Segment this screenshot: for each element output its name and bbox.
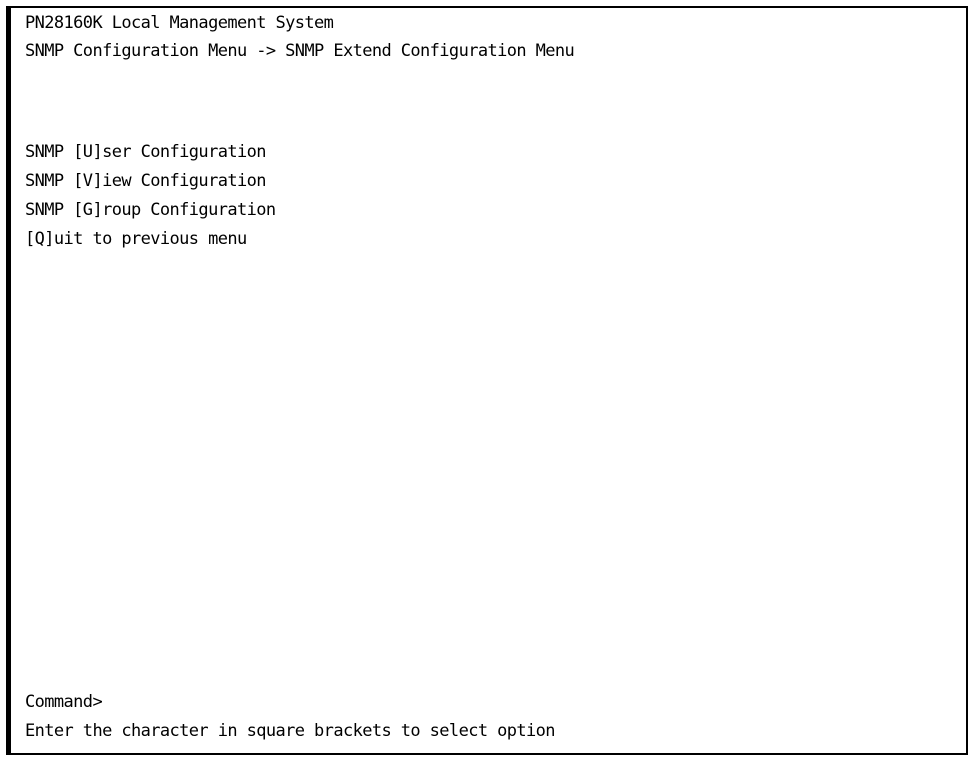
menu-option-user-configuration[interactable]: SNMP [U]ser Configuration: [25, 141, 266, 163]
menu-option-view-configuration[interactable]: SNMP [V]iew Configuration: [25, 170, 266, 192]
command-prompt: Command>: [25, 692, 103, 712]
breadcrumb: SNMP Configuration Menu -> SNMP Extend C…: [25, 41, 575, 61]
menu-option-group-configuration[interactable]: SNMP [G]roup Configuration: [25, 199, 276, 221]
help-text: Enter the character in square brackets t…: [25, 721, 556, 741]
terminal-window: PN28160K Local Management System SNMP Co…: [6, 6, 968, 755]
menu-option-quit[interactable]: [Q]uit to previous menu: [25, 228, 247, 250]
system-title: PN28160K Local Management System: [25, 13, 334, 33]
command-line[interactable]: Command>: [25, 691, 103, 713]
